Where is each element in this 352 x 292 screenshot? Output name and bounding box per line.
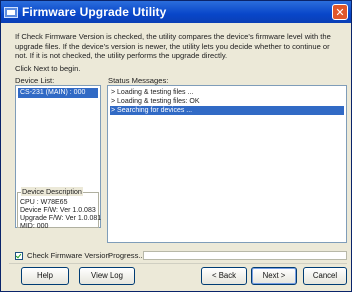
status-message: > Loading & testing files: OK bbox=[111, 98, 200, 105]
window-title: Firmware Upgrade Utility bbox=[22, 5, 167, 19]
click-next-instruction: Click Next to begin. bbox=[15, 64, 81, 73]
status-message-selected: > Searching for devices ... bbox=[110, 106, 344, 115]
next-button[interactable]: Next > bbox=[251, 267, 297, 285]
status-messages-label: Status Messages: bbox=[108, 76, 169, 85]
check-firmware-checkbox[interactable] bbox=[15, 251, 23, 260]
progress-bar bbox=[143, 251, 347, 260]
back-button[interactable]: < Back bbox=[201, 267, 247, 285]
button-separator bbox=[9, 263, 347, 264]
device-list-label: Device List: bbox=[15, 76, 55, 85]
intro-text: If Check Firmware Version is checked, th… bbox=[15, 32, 331, 60]
close-icon[interactable]: ✕ bbox=[332, 4, 348, 20]
device-description-group: Device Description CPU : W78E65 Device F… bbox=[15, 187, 102, 230]
upgrade-firmware-version: Upgrade F/W: Ver 1.0.081 bbox=[20, 215, 102, 222]
help-button[interactable]: Help bbox=[21, 267, 69, 285]
view-log-button[interactable]: View Log bbox=[79, 267, 135, 285]
firmware-upgrade-window: Firmware Upgrade Utility ✕ If Check Firm… bbox=[0, 0, 352, 292]
cancel-button[interactable]: Cancel bbox=[303, 267, 347, 285]
app-icon bbox=[4, 6, 18, 18]
device-mid: MID: 000 bbox=[20, 223, 49, 230]
status-message: > Loading & testing files ... bbox=[111, 89, 194, 96]
check-firmware-label[interactable]: Check Firmware Version bbox=[27, 251, 110, 260]
status-messages-list[interactable]: > Loading & testing files ... > Loading … bbox=[107, 85, 347, 243]
title-bar[interactable]: Firmware Upgrade Utility ✕ bbox=[1, 1, 351, 23]
device-list-item[interactable]: CS-231 (MAIN) : 000 bbox=[18, 88, 98, 98]
device-firmware-version: Device F/W: Ver 1.0.083 bbox=[20, 207, 96, 214]
device-cpu: CPU : W78E65 bbox=[20, 199, 68, 206]
device-description-legend: Device Description bbox=[21, 187, 83, 196]
check-firmware-row[interactable]: Check Firmware Version bbox=[15, 251, 110, 260]
progress-label: Progress... bbox=[108, 251, 145, 260]
